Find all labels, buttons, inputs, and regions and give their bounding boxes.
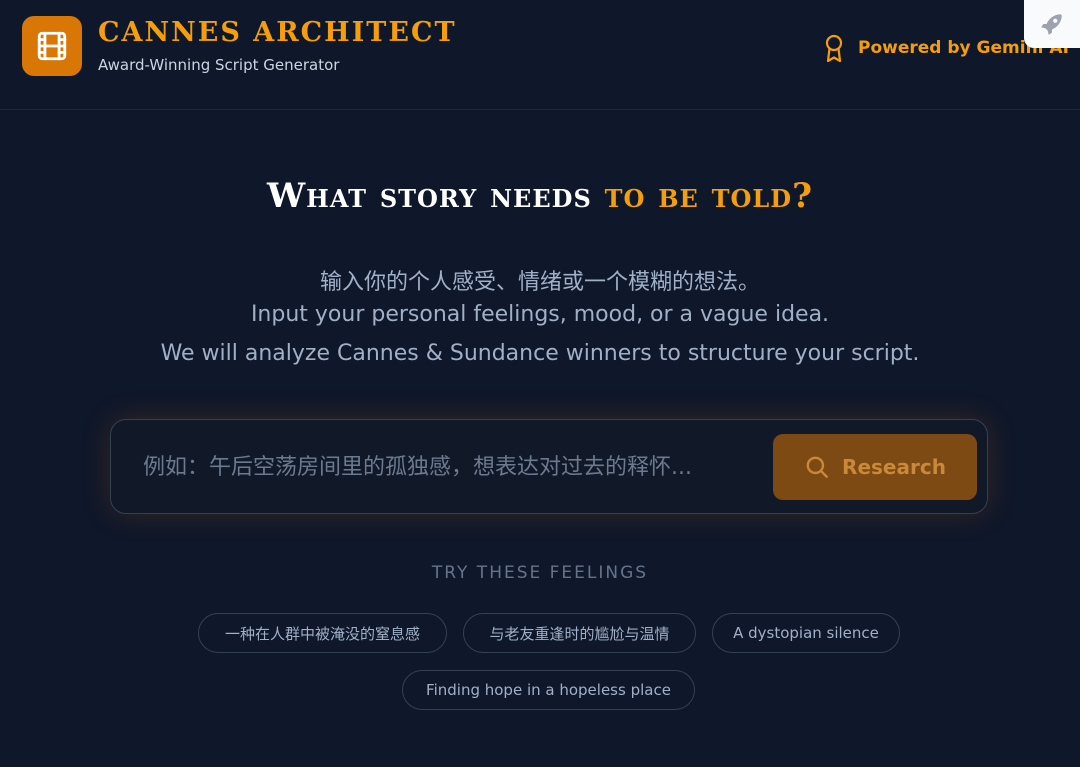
suggestion-chip[interactable]: A dystopian silence	[712, 613, 900, 653]
suggestion-chip[interactable]: 一种在人群中被淹没的窒息感	[198, 613, 447, 653]
suggestion-chip[interactable]: Finding hope in a hopeless place	[402, 670, 695, 710]
hero-title-main: What story needs	[266, 176, 605, 216]
search-box: Research	[110, 419, 988, 514]
description-en-1: Input your personal feelings, mood, or a…	[250, 302, 830, 327]
description-en-2: We will analyze Cannes & Sundance winner…	[160, 341, 920, 366]
research-button-label: Research	[842, 455, 946, 479]
suggestion-chip[interactable]: 与老友重逢时的尴尬与温情	[463, 613, 696, 653]
corner-widget[interactable]	[1024, 0, 1080, 48]
app-root: CANNES ARCHITECT Award-Winning Script Ge…	[0, 0, 1080, 767]
film-icon	[37, 31, 67, 61]
brand-title: CANNES ARCHITECT	[98, 17, 457, 48]
description-zh: 输入你的个人感受、情绪或一个模糊的想法。	[319, 270, 760, 295]
search-icon	[806, 456, 828, 478]
research-button[interactable]: Research	[773, 434, 977, 500]
award-icon	[825, 34, 843, 63]
header: CANNES ARCHITECT Award-Winning Script Ge…	[0, 0, 1080, 110]
brand-subtitle: Award-Winning Script Generator	[98, 56, 340, 74]
suggestions-label: TRY THESE FEELINGS	[431, 563, 649, 583]
hero-title: What story needs to be told?	[0, 176, 1080, 216]
rocket-icon	[1041, 14, 1062, 35]
hero-title-accent: to be told?	[604, 176, 814, 216]
logo	[22, 16, 82, 76]
feeling-input[interactable]	[143, 442, 753, 492]
